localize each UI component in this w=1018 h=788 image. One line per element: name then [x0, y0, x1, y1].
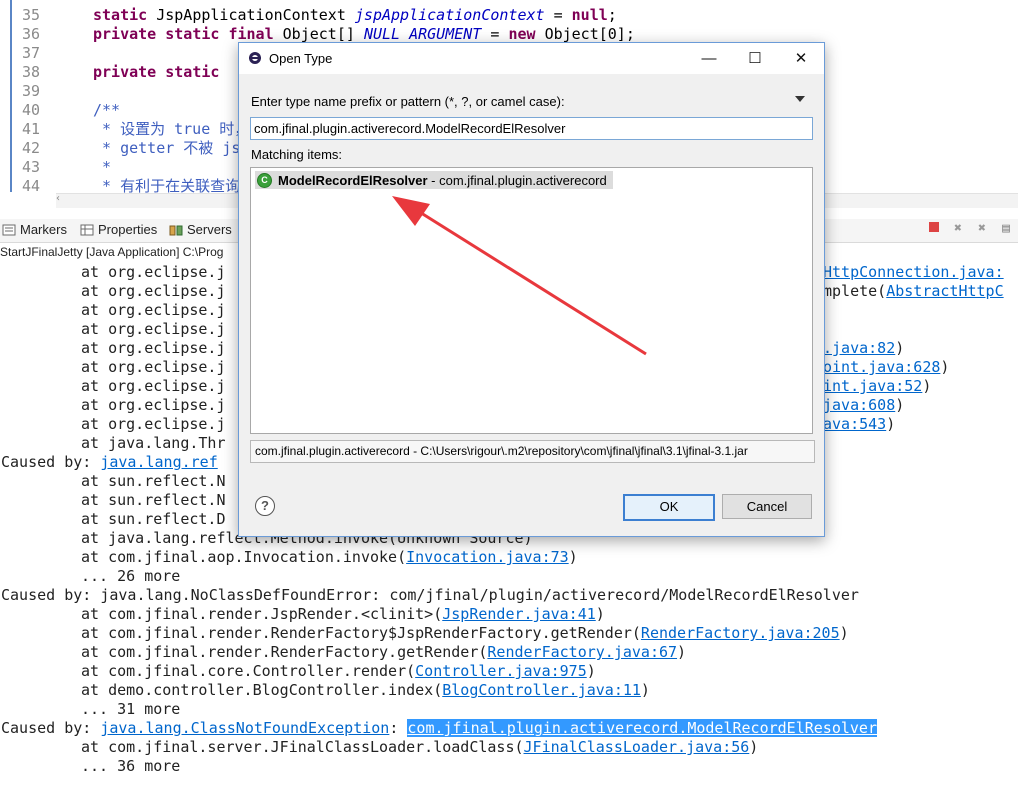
minimize-icon[interactable]: — [686, 43, 732, 74]
console-line: at sun.reflect.N [81, 472, 226, 490]
matching-items-label: Matching items: [251, 147, 343, 162]
type-name-input[interactable]: com.jfinal.plugin.activerecord.ModelReco… [250, 117, 813, 140]
console-line-tail: java:608) [823, 396, 905, 414]
line-number: 36 [21, 25, 40, 43]
line-number: 44 [21, 177, 40, 195]
line-number: 39 [21, 82, 40, 100]
match-type-name: ModelRecordElResolver [278, 172, 428, 188]
properties-icon [80, 224, 94, 236]
console-line-tail: mplete(AbstractHttpC [823, 282, 1004, 300]
class-icon: C [257, 172, 272, 188]
console-line: at org.eclipse.j [81, 339, 226, 357]
type-location-status: com.jfinal.plugin.activerecord - C:\User… [250, 440, 815, 463]
console-line: at com.jfinal.core.Controller.render(Con… [81, 662, 596, 680]
console-line: ... 31 more [81, 700, 181, 718]
type-name-prompt: Enter type name prefix or pattern (*, ?,… [251, 94, 565, 109]
close-icon[interactable]: ✕ [778, 43, 824, 74]
matching-items-list[interactable]: C ModelRecordElResolver - com.jfinal.plu… [250, 167, 813, 434]
line-number: 40 [21, 101, 40, 119]
tab-markers[interactable]: Markers [2, 222, 67, 237]
line-number: 42 [21, 139, 40, 157]
clear-console-icon[interactable]: ▤ [998, 221, 1014, 237]
console-line: ... 26 more [81, 567, 181, 585]
list-item[interactable]: C ModelRecordElResolver - com.jfinal.plu… [255, 171, 613, 189]
dropdown-menu-icon[interactable] [795, 96, 805, 102]
console-line: at org.eclipse.j [81, 282, 226, 300]
console-line: at org.eclipse.j [81, 377, 226, 395]
console-line: at org.eclipse.j [81, 301, 226, 319]
open-type-dialog: Open Type — ☐ ✕ Enter type name prefix o… [238, 42, 825, 537]
remove-launch-icon[interactable]: ✖ [950, 221, 966, 237]
console-line: at com.jfinal.server.JFinalClassLoader.l… [81, 738, 759, 756]
console-line: at java.lang.Thr [81, 434, 226, 452]
line-number: 43 [21, 158, 40, 176]
console-line-tail: int.java:52) [823, 377, 932, 395]
console-line: Caused by: java.lang.ClassNotFoundExcept… [1, 719, 877, 737]
console-line: at sun.reflect.N [81, 491, 226, 509]
remove-all-icon[interactable]: ✖ [974, 221, 990, 237]
tab-properties-label: Properties [98, 222, 158, 237]
tab-markers-label: Markers [20, 222, 67, 237]
eclipse-icon [248, 51, 262, 65]
dialog-titlebar[interactable]: Open Type — ☐ ✕ [239, 43, 824, 74]
console-line: at demo.controller.BlogController.index(… [81, 681, 650, 699]
console-line: at org.eclipse.j [81, 415, 226, 433]
console-line: at org.eclipse.j [81, 396, 226, 414]
console-line: at com.jfinal.aop.Invocation.invoke(Invo… [81, 548, 578, 566]
code-line: * 设置为 true 时， [93, 120, 250, 138]
scroll-left-icon[interactable]: ‹ [56, 193, 60, 204]
console-line: at org.eclipse.j [81, 358, 226, 376]
code-line: * [93, 158, 112, 176]
dialog-title: Open Type [269, 51, 333, 66]
line-number: 35 [21, 6, 40, 24]
line-gutter: 35 36 37 38 39 40 41 42 43 44 [0, 0, 56, 195]
console-line: at com.jfinal.render.RenderFactory$JspRe… [81, 624, 849, 642]
ok-button[interactable]: OK [623, 494, 715, 521]
cancel-button[interactable]: Cancel [722, 494, 812, 519]
console-toolbar: ✖ ✖ ▤ [926, 221, 1014, 237]
console-line-tail: .java:82) [823, 339, 905, 357]
terminate-icon[interactable] [926, 221, 942, 237]
code-line: * getter 不被 js [93, 139, 241, 157]
console-line: Caused by: java.lang.ref [1, 453, 218, 471]
console-line: at com.jfinal.render.RenderFactory.getRe… [81, 643, 687, 661]
console-line: ... 36 more [81, 757, 181, 775]
console-line-tail: oint.java:628) [823, 358, 950, 376]
tab-servers[interactable]: Servers [169, 222, 232, 237]
line-number: 41 [21, 120, 40, 138]
tab-servers-label: Servers [187, 222, 232, 237]
maximize-icon[interactable]: ☐ [732, 43, 778, 74]
tab-properties[interactable]: Properties [80, 222, 157, 237]
match-package: - com.jfinal.plugin.activerecord [427, 172, 607, 188]
servers-icon [169, 224, 183, 236]
code-line: /** [93, 101, 121, 119]
console-line: at org.eclipse.j [81, 320, 226, 338]
console-line-tail: HttpConnection.java: [823, 263, 1004, 281]
console-line: Caused by: java.lang.NoClassDefFoundErro… [1, 586, 859, 604]
line-number: 38 [21, 63, 40, 81]
code-line: static JspApplicationContext jspApplicat… [93, 6, 617, 24]
console-line: at org.eclipse.j [81, 263, 226, 281]
line-number: 37 [21, 44, 40, 62]
console-line: at com.jfinal.render.JspRender.<clinit>(… [81, 605, 605, 623]
console-line-tail: ava:543) [823, 415, 896, 433]
help-icon[interactable]: ? [255, 496, 275, 516]
code-line: private static [93, 63, 220, 81]
console-line: at sun.reflect.D [81, 510, 226, 528]
markers-icon [2, 224, 16, 236]
